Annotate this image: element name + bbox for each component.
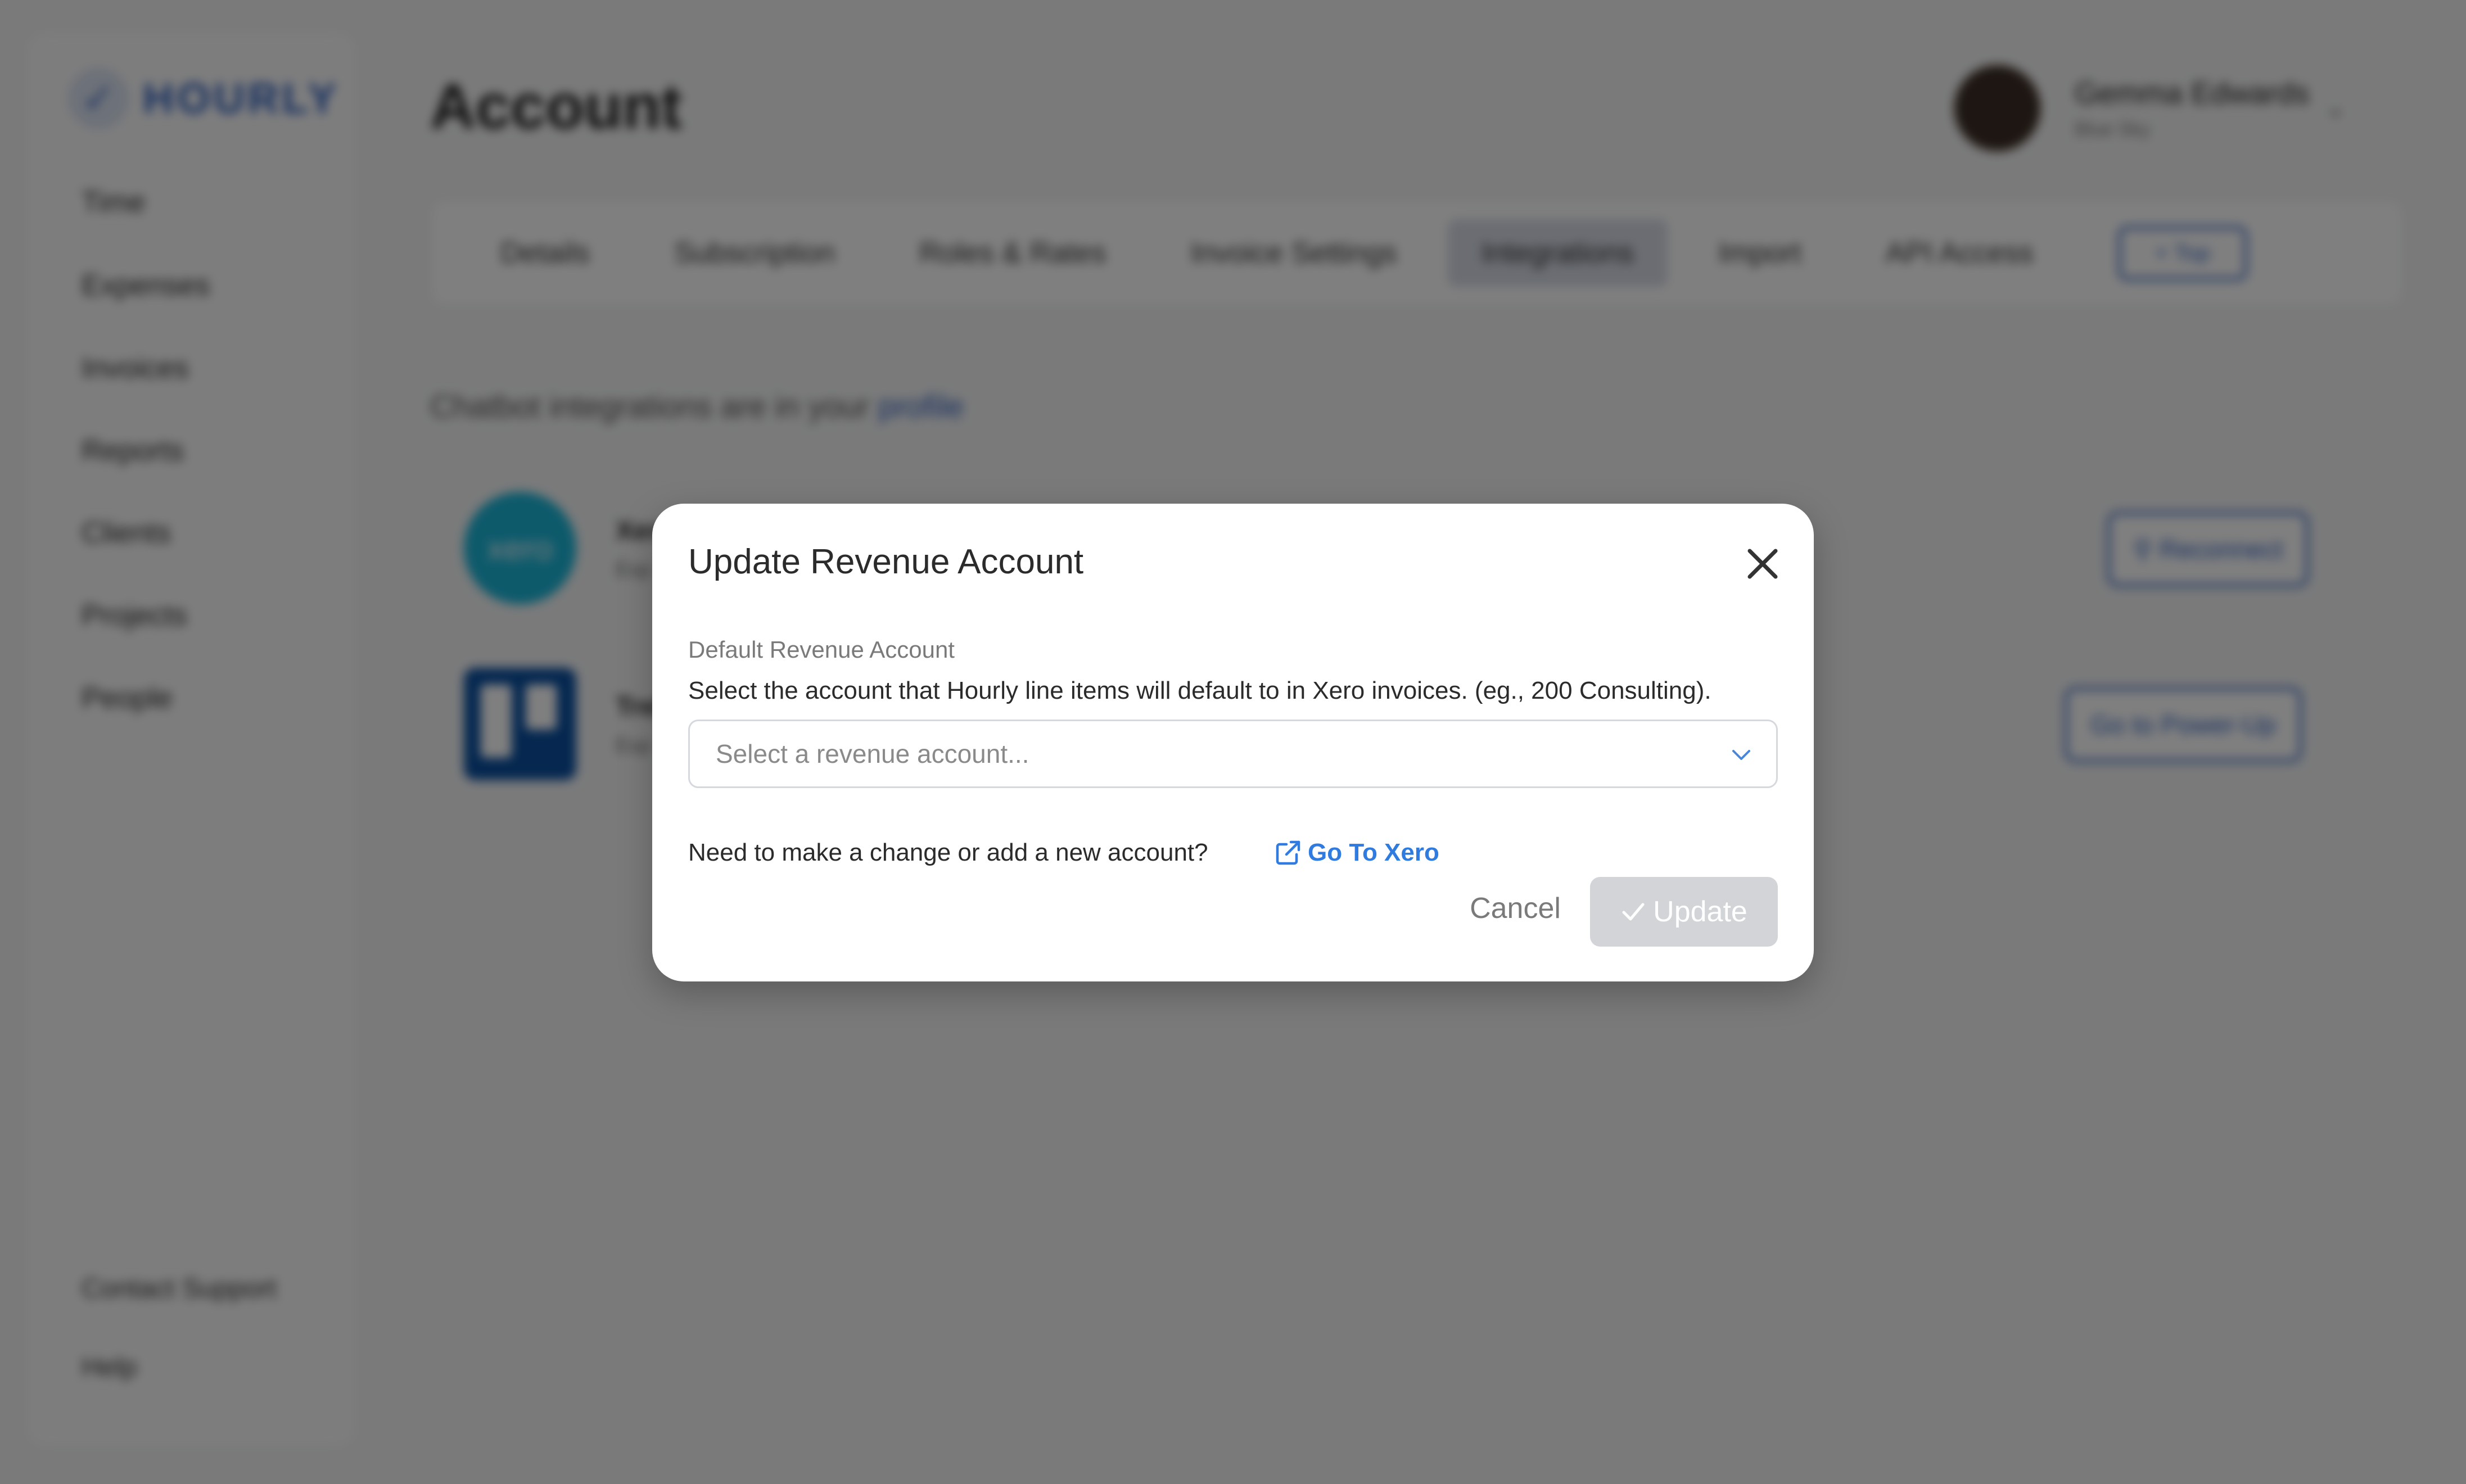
update-button[interactable]: Update bbox=[1590, 877, 1778, 947]
chevron-down-icon bbox=[1732, 750, 1750, 760]
cancel-button[interactable]: Cancel bbox=[1456, 886, 1574, 931]
update-label: Update bbox=[1653, 895, 1747, 928]
close-icon bbox=[1747, 549, 1778, 579]
field-help-text: Select the account that Hourly line item… bbox=[688, 677, 1711, 704]
external-link-icon bbox=[1276, 840, 1300, 865]
field-label: Default Revenue Account bbox=[688, 636, 955, 663]
change-note: Need to make a change or add a new accou… bbox=[688, 839, 1208, 866]
check-icon bbox=[1622, 903, 1645, 921]
revenue-account-select[interactable]: Select a revenue account... bbox=[688, 720, 1778, 788]
modal-title: Update Revenue Account bbox=[688, 542, 1084, 581]
go-to-xero-label: Go To Xero bbox=[1308, 839, 1439, 866]
update-revenue-account-modal: Update Revenue Account Default Revenue A… bbox=[652, 504, 1814, 981]
select-placeholder: Select a revenue account... bbox=[716, 739, 1029, 768]
close-button[interactable] bbox=[1743, 544, 1782, 583]
go-to-xero-link[interactable]: Go To Xero bbox=[1274, 839, 1439, 867]
